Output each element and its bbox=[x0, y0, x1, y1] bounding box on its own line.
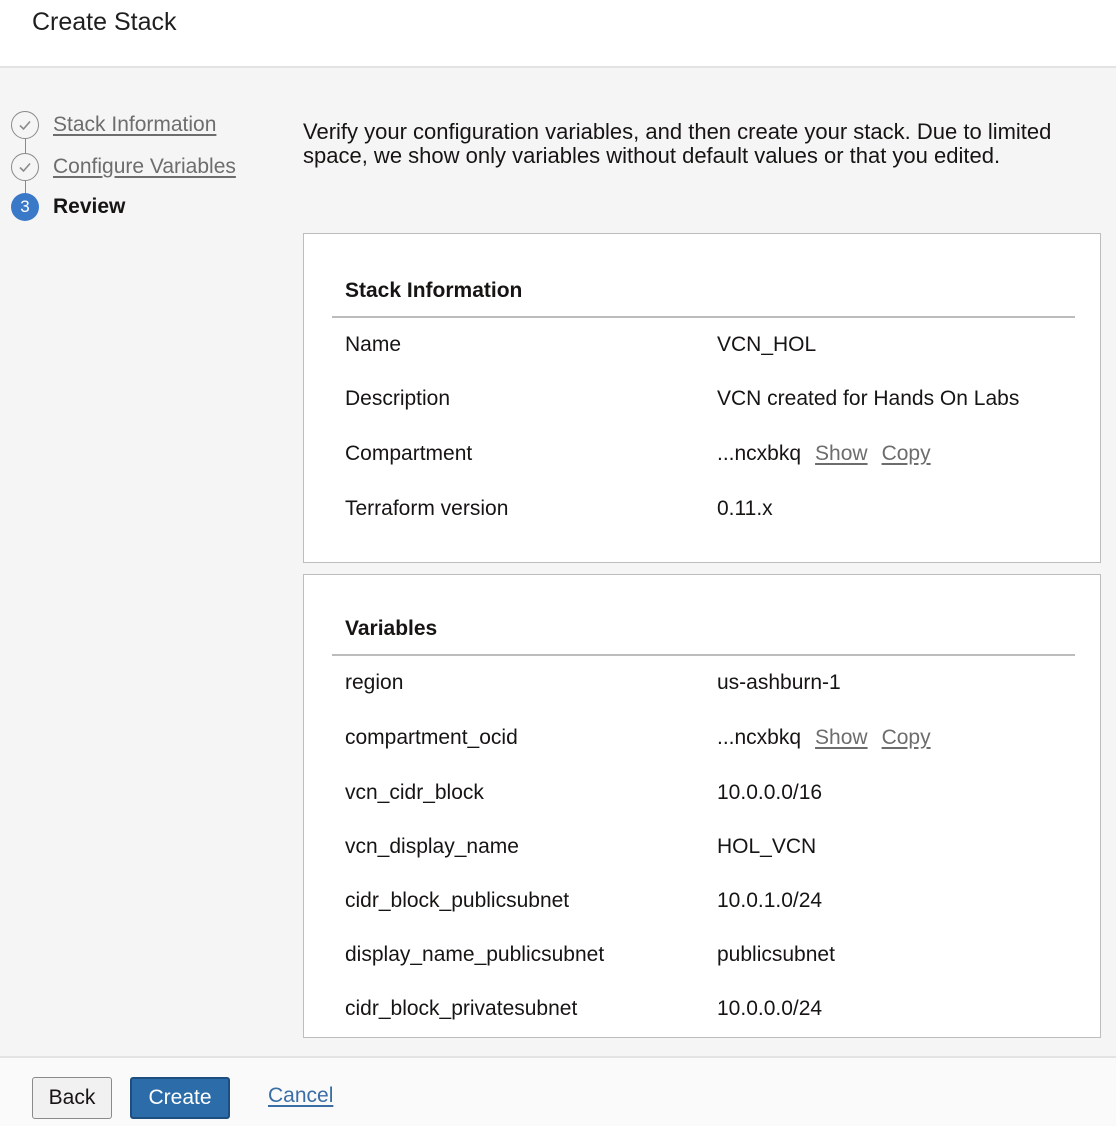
row-label: cidr_block_privatesubnet bbox=[345, 997, 578, 1020]
row-value: us-ashburn-1 bbox=[717, 671, 841, 694]
page-header: Create Stack bbox=[0, 0, 1116, 68]
check-icon bbox=[11, 153, 39, 181]
row-label: display_name_publicsubnet bbox=[345, 943, 605, 966]
variable-row: region us-ashburn-1 bbox=[345, 668, 1085, 698]
step-number-badge: 3 bbox=[11, 193, 39, 221]
row-label: vcn_cidr_block bbox=[345, 781, 484, 804]
review-instructions: Verify your configuration variables, and… bbox=[303, 119, 1052, 168]
ocid-text: ...ncxbkq bbox=[717, 726, 802, 749]
stack-information-card: Stack Information Name VCN_HOL Descripti… bbox=[303, 233, 1101, 563]
step-label: Review bbox=[53, 195, 126, 218]
section-divider bbox=[332, 654, 1075, 656]
variable-row: compartment_ocid ...ncxbkq Show Copy bbox=[345, 723, 1085, 753]
wizard-steps: Stack Information Configure Variables 3 … bbox=[11, 110, 271, 230]
row-label: compartment_ocid bbox=[345, 726, 518, 749]
step-review: 3 Review bbox=[11, 192, 125, 222]
show-ocid-link[interactable]: Show bbox=[815, 442, 868, 466]
check-icon bbox=[11, 111, 39, 139]
create-button[interactable]: Create bbox=[130, 1077, 230, 1119]
row-label: cidr_block_publicsubnet bbox=[345, 889, 570, 912]
row-label: region bbox=[345, 671, 404, 694]
row-value: 10.0.0.0/24 bbox=[717, 997, 823, 1020]
variable-row: cidr_block_privatesubnet 10.0.0.0/24 bbox=[345, 994, 1085, 1024]
step-label[interactable]: Configure Variables bbox=[53, 155, 236, 179]
row-label: vcn_display_name bbox=[345, 835, 519, 858]
cancel-link[interactable]: Cancel bbox=[268, 1084, 333, 1108]
row-value: 10.0.0.0/16 bbox=[717, 781, 823, 804]
row-value: VCN_HOL bbox=[717, 333, 817, 356]
back-button[interactable]: Back bbox=[32, 1077, 112, 1119]
row-label: Description bbox=[345, 387, 451, 410]
info-row: Compartment ...ncxbkq Show Copy bbox=[345, 439, 1085, 469]
row-value: 0.11.x bbox=[717, 497, 773, 520]
step-stack-information[interactable]: Stack Information bbox=[11, 110, 216, 140]
ocid-value: ...ncxbkq Show Copy bbox=[717, 726, 931, 750]
row-label: Terraform version bbox=[345, 497, 509, 520]
step-configure-variables[interactable]: Configure Variables bbox=[11, 152, 236, 182]
variable-row: display_name_publicsubnet publicsubnet bbox=[345, 940, 1085, 970]
copy-ocid-link[interactable]: Copy bbox=[882, 726, 931, 750]
row-value: 10.0.1.0/24 bbox=[717, 889, 823, 912]
ocid-text: ...ncxbkq bbox=[717, 442, 802, 465]
section-divider bbox=[332, 316, 1075, 318]
info-row: Name VCN_HOL bbox=[345, 330, 1085, 360]
variable-row: vcn_display_name HOL_VCN bbox=[345, 832, 1085, 862]
section-title: Stack Information bbox=[345, 279, 523, 302]
row-label: Compartment bbox=[345, 442, 473, 465]
row-value: publicsubnet bbox=[717, 943, 835, 966]
show-ocid-link[interactable]: Show bbox=[815, 726, 868, 750]
info-row: Terraform version 0.11.x bbox=[345, 494, 1085, 524]
step-label[interactable]: Stack Information bbox=[53, 113, 216, 137]
page-title: Create Stack bbox=[32, 8, 177, 36]
section-title: Variables bbox=[345, 617, 438, 640]
variable-row: vcn_cidr_block 10.0.0.0/16 bbox=[345, 778, 1085, 808]
info-row: Description VCN created for Hands On Lab… bbox=[345, 384, 1085, 414]
row-value: HOL_VCN bbox=[717, 835, 817, 858]
row-label: Name bbox=[345, 333, 402, 356]
copy-ocid-link[interactable]: Copy bbox=[882, 442, 931, 466]
ocid-value: ...ncxbkq Show Copy bbox=[717, 442, 931, 466]
row-value: VCN created for Hands On Labs bbox=[717, 387, 1020, 410]
variables-card: Variables region us-ashburn-1 compartmen… bbox=[303, 574, 1101, 1038]
variable-row: cidr_block_publicsubnet 10.0.1.0/24 bbox=[345, 886, 1085, 916]
